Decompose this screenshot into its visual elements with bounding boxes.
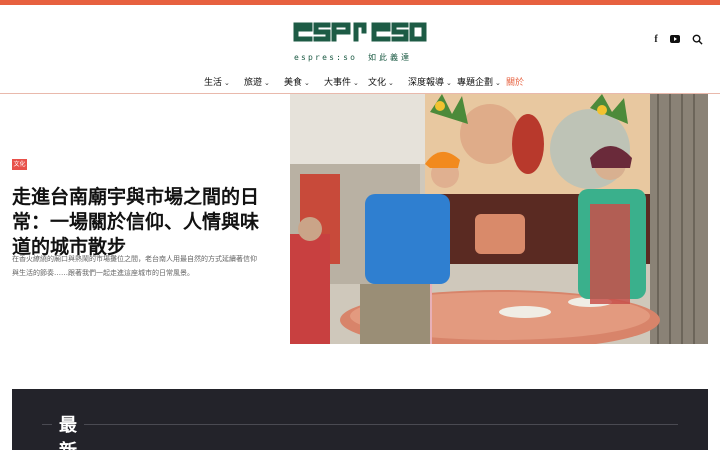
nav-item-culture[interactable]: 文化 ⌄ — [368, 75, 394, 88]
nav-item-label: 關於 — [506, 78, 525, 88]
chevron-down-icon: ⌄ — [388, 79, 394, 87]
chevron-down-icon: ⌄ — [304, 79, 310, 87]
chevron-down-icon: ⌄ — [446, 79, 452, 87]
logo-tagline-cn: 如此義達 — [368, 53, 412, 62]
chevron-down-icon: ⌄ — [495, 79, 501, 87]
nav-item-label: 專題企劃 — [457, 78, 494, 88]
nav-item-food[interactable]: 美食 ⌄ — [284, 75, 310, 88]
nav-item-label: 文化 — [368, 78, 387, 88]
chevron-down-icon: ⌄ — [264, 79, 270, 87]
nav-item-life[interactable]: 生活 ⌄ — [204, 75, 230, 88]
facebook-icon[interactable]: f — [650, 32, 662, 46]
chevron-down-icon: ⌄ — [224, 79, 230, 87]
temple-market-photo — [290, 94, 708, 344]
nav-item-label: 大事件 — [324, 78, 352, 88]
nav-item-label: 深度報導 — [408, 78, 445, 88]
section-divider-left — [42, 424, 52, 425]
chevron-down-icon: ⌄ — [353, 79, 359, 87]
youtube-icon[interactable] — [669, 32, 681, 46]
logo-tagline: espres:so — [294, 53, 358, 62]
section-divider-right — [84, 424, 678, 425]
site-logo[interactable]: espres:so 如此義達 — [292, 17, 428, 63]
nav-item-travel[interactable]: 旅遊 ⌄ — [244, 75, 270, 88]
logo-wordmark — [293, 22, 427, 42]
search-icon-glyph — [692, 34, 703, 45]
search-icon[interactable] — [690, 32, 704, 46]
nav-item-events[interactable]: 大事件 ⌄ — [324, 75, 359, 88]
site-header: espres:so 如此義達 f 生活 ⌄ 旅遊 ⌄ 美食 ⌄ 大事件 ⌄ 文化 ⌄ 深度… — [0, 5, 720, 93]
featured-article: 文化 走進台南廟宇與市場之間的日常：一場關於信仰、人情與味道的城市散步 在香火繚… — [0, 94, 720, 344]
article-title[interactable]: 走進台南廟宇與市場之間的日常：一場關於信仰、人情與味道的城市散步 — [12, 185, 270, 260]
latest-section: 最新 — [12, 389, 708, 462]
category-badge[interactable]: 文化 — [12, 159, 27, 170]
youtube-icon-shape — [670, 35, 680, 43]
nav-item-features[interactable]: 深度報導 ⌄ — [408, 75, 452, 88]
article-excerpt: 在香火繚繞的廟口與熱鬧的市場攤位之間，老台南人用最自然的方式延續著信仰與生活的節… — [12, 255, 257, 277]
main-nav: 生活 ⌄ 旅遊 ⌄ 美食 ⌄ 大事件 ⌄ 文化 ⌄ 深度報導 ⌄ 專題企劃 ⌄ 關於 — [0, 71, 720, 93]
nav-item-label: 生活 — [204, 78, 223, 88]
nav-item-label: 美食 — [284, 78, 303, 88]
featured-image[interactable] — [290, 94, 708, 344]
nav-item-specials[interactable]: 專題企劃 ⌄ — [457, 75, 501, 88]
nav-item-about[interactable]: 關於 — [506, 75, 524, 88]
section-title: 最新 — [59, 415, 77, 462]
nav-item-label: 旅遊 — [244, 78, 263, 88]
